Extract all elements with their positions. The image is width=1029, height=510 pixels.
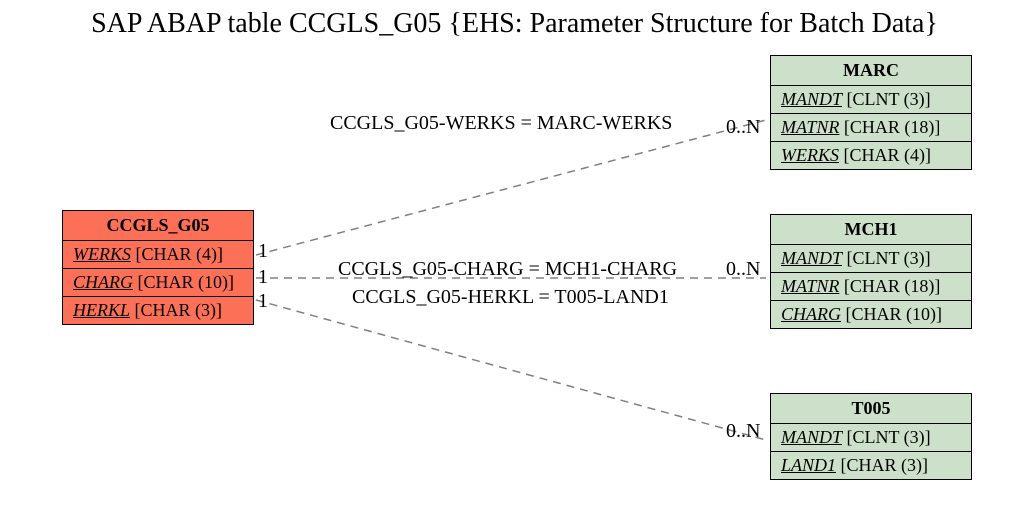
entity-field-row: HERKL [CHAR (3)] (63, 297, 253, 324)
entity-mch1: MCH1 MANDT [CLNT (3)] MATNR [CHAR (18)] … (770, 214, 972, 329)
relation-label-mch1: CCGLS_G05-CHARG = MCH1-CHARG (338, 258, 677, 281)
field-name: WERKS (781, 145, 839, 165)
field-type: [CHAR (4)] (844, 145, 932, 165)
cardinality-dst-mch1: 0..N (726, 258, 760, 281)
entity-t005: T005 MANDT [CLNT (3)] LAND1 [CHAR (3)] (770, 393, 972, 480)
entity-ccgls-g05: CCGLS_G05 WERKS [CHAR (4)] CHARG [CHAR (… (62, 210, 254, 325)
entity-mch1-header: MCH1 (771, 215, 971, 245)
entity-t005-header: T005 (771, 394, 971, 424)
entity-field-row: CHARG [CHAR (10)] (771, 301, 971, 328)
field-name: HERKL (73, 300, 130, 320)
entity-field-row: MANDT [CLNT (3)] (771, 245, 971, 273)
entity-field-row: MANDT [CLNT (3)] (771, 86, 971, 114)
field-type: [CHAR (3)] (841, 455, 929, 475)
field-name: MATNR (781, 117, 839, 137)
entity-field-row: LAND1 [CHAR (3)] (771, 452, 971, 479)
field-type: [CHAR (10)] (138, 272, 235, 292)
entity-field-row: WERKS [CHAR (4)] (63, 241, 253, 269)
page-title: SAP ABAP table CCGLS_G05 {EHS: Parameter… (0, 8, 1029, 40)
field-name: CHARG (73, 272, 133, 292)
cardinality-dst-t005: 0..N (726, 420, 760, 443)
entity-field-row: WERKS [CHAR (4)] (771, 142, 971, 169)
field-name: WERKS (73, 244, 131, 264)
entity-field-row: MATNR [CHAR (18)] (771, 114, 971, 142)
field-type: [CLNT (3)] (847, 427, 931, 447)
entity-field-row: MANDT [CLNT (3)] (771, 424, 971, 452)
field-name: MANDT (781, 427, 842, 447)
field-name: MATNR (781, 276, 839, 296)
entity-ccgls-g05-header: CCGLS_G05 (63, 211, 253, 241)
field-type: [CHAR (18)] (844, 276, 941, 296)
cardinality-src-t005: 1 (258, 290, 268, 313)
entity-field-row: MATNR [CHAR (18)] (771, 273, 971, 301)
field-type: [CHAR (4)] (136, 244, 224, 264)
relation-label-t005: CCGLS_G05-HERKL = T005-LAND1 (352, 286, 669, 309)
field-type: [CHAR (3)] (135, 300, 223, 320)
field-name: LAND1 (781, 455, 836, 475)
cardinality-src-marc: 1 (258, 240, 268, 263)
entity-marc-header: MARC (771, 56, 971, 86)
relation-label-marc: CCGLS_G05-WERKS = MARC-WERKS (330, 112, 672, 135)
cardinality-src-mch1: 1 (258, 266, 268, 289)
field-type: [CHAR (10)] (846, 304, 943, 324)
cardinality-dst-marc: 0..N (726, 116, 760, 139)
field-name: CHARG (781, 304, 841, 324)
field-type: [CHAR (18)] (844, 117, 941, 137)
field-type: [CLNT (3)] (847, 89, 931, 109)
entity-field-row: CHARG [CHAR (10)] (63, 269, 253, 297)
field-type: [CLNT (3)] (847, 248, 931, 268)
entity-marc: MARC MANDT [CLNT (3)] MATNR [CHAR (18)] … (770, 55, 972, 170)
field-name: MANDT (781, 248, 842, 268)
field-name: MANDT (781, 89, 842, 109)
